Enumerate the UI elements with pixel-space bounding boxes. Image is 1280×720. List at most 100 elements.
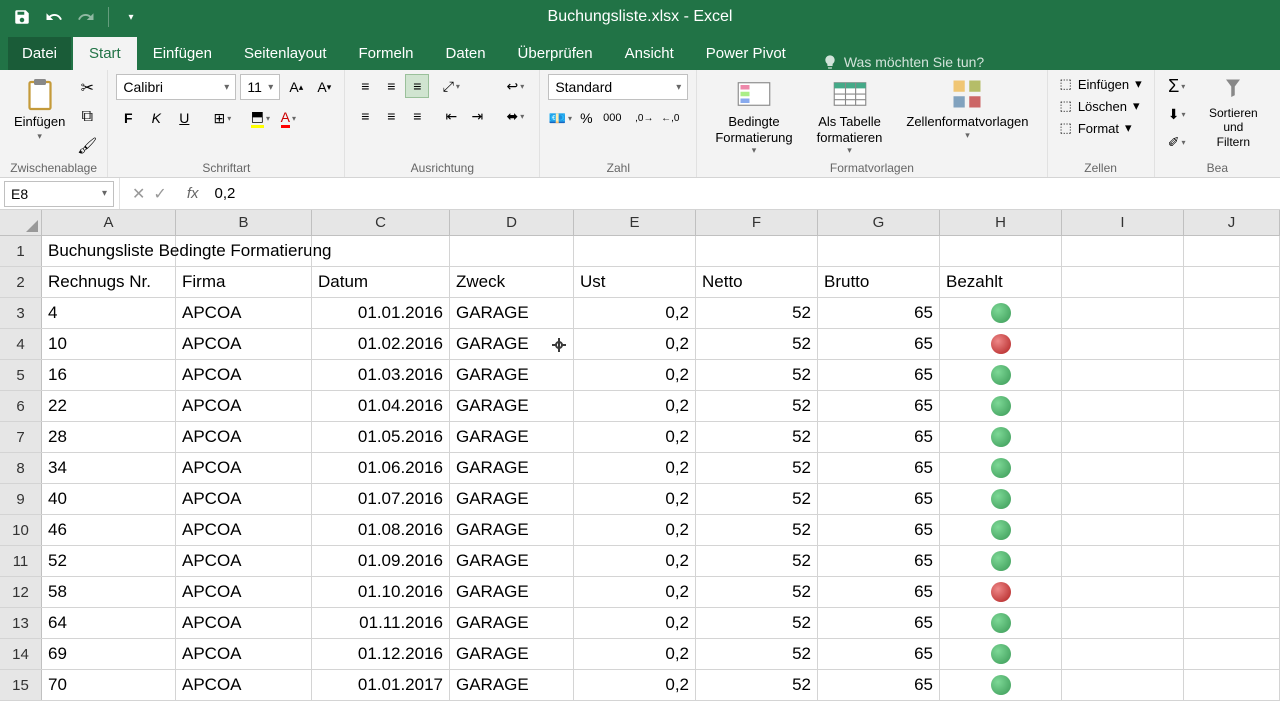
cell[interactable]: 0,2 (574, 484, 696, 514)
cell[interactable] (1184, 670, 1280, 700)
cell[interactable]: GARAGE (450, 546, 574, 576)
tab-page-layout[interactable]: Seitenlayout (228, 37, 343, 70)
row-header[interactable]: 11 (0, 546, 42, 576)
cell[interactable]: 65 (818, 391, 940, 421)
cell[interactable] (940, 422, 1062, 452)
cell[interactable]: 0,2 (574, 639, 696, 669)
cell[interactable]: 52 (696, 422, 818, 452)
cell[interactable]: 52 (696, 391, 818, 421)
increase-decimal-icon[interactable]: ,0→ (632, 106, 656, 130)
tab-start[interactable]: Start (73, 37, 137, 70)
autosum-icon[interactable]: Σ (1163, 74, 1191, 98)
cell[interactable]: APCOA (176, 422, 312, 452)
cell[interactable]: GARAGE (450, 515, 574, 545)
format-painter-icon[interactable]: 🖌 (75, 134, 99, 158)
tab-file[interactable]: Datei (8, 37, 71, 70)
cell[interactable]: 65 (818, 484, 940, 514)
cell[interactable]: Buchungsliste Bedingte Formatierung (42, 236, 176, 266)
cell[interactable]: 65 (818, 329, 940, 359)
cell[interactable] (1184, 608, 1280, 638)
align-middle-icon[interactable]: ≡ (379, 74, 403, 98)
cell[interactable]: 0,2 (574, 298, 696, 328)
cell[interactable]: 52 (696, 329, 818, 359)
cut-icon[interactable]: ✂ (75, 76, 99, 100)
cell[interactable]: 01.01.2016 (312, 298, 450, 328)
accounting-format-icon[interactable]: 💶 (548, 106, 572, 130)
cell[interactable]: 40 (42, 484, 176, 514)
qat-customize-icon[interactable]: ▾ (117, 3, 145, 31)
name-box[interactable]: E8▾ (4, 181, 114, 207)
increase-font-icon[interactable]: A▴ (284, 75, 308, 99)
align-bottom-icon[interactable]: ≡ (405, 74, 429, 98)
cell[interactable] (1062, 391, 1184, 421)
cell[interactable]: APCOA (176, 639, 312, 669)
cell[interactable]: GARAGE (450, 453, 574, 483)
cell[interactable]: 01.04.2016 (312, 391, 450, 421)
cell[interactable]: 01.06.2016 (312, 453, 450, 483)
cell[interactable] (1062, 236, 1184, 266)
cell[interactable] (1184, 267, 1280, 297)
cell[interactable]: APCOA (176, 329, 312, 359)
italic-button[interactable]: K (144, 106, 168, 130)
tab-insert[interactable]: Einfügen (137, 37, 228, 70)
cell[interactable]: APCOA (176, 577, 312, 607)
cell[interactable]: 52 (696, 484, 818, 514)
format-cells-button[interactable]: ⬚Format ▾ (1056, 118, 1146, 138)
cell[interactable]: GARAGE (450, 577, 574, 607)
cell[interactable]: 65 (818, 298, 940, 328)
row-header[interactable]: 5 (0, 360, 42, 390)
cell[interactable]: GARAGE (450, 484, 574, 514)
cell[interactable] (176, 236, 312, 266)
cell[interactable]: 70 (42, 670, 176, 700)
cell[interactable]: Brutto (818, 267, 940, 297)
tab-data[interactable]: Daten (430, 37, 502, 70)
cell[interactable] (1062, 577, 1184, 607)
cell[interactable] (574, 236, 696, 266)
align-right-icon[interactable]: ≡ (405, 104, 429, 128)
font-color-icon[interactable]: A (276, 106, 300, 130)
wrap-text-icon[interactable]: ↩ (499, 74, 531, 98)
cell[interactable]: 0,2 (574, 608, 696, 638)
fx-icon[interactable]: fx (187, 185, 199, 202)
cell[interactable] (1184, 515, 1280, 545)
cell[interactable] (940, 360, 1062, 390)
cell[interactable]: 64 (42, 608, 176, 638)
cell[interactable]: 01.11.2016 (312, 608, 450, 638)
cell[interactable] (1062, 484, 1184, 514)
cell[interactable]: 01.07.2016 (312, 484, 450, 514)
cell[interactable]: Ust (574, 267, 696, 297)
cell[interactable]: GARAGE (450, 298, 574, 328)
save-icon[interactable] (8, 3, 36, 31)
cell[interactable]: 65 (818, 360, 940, 390)
cell[interactable]: 0,2 (574, 329, 696, 359)
cell[interactable] (696, 236, 818, 266)
conditional-formatting-button[interactable]: Bedingte Formatierung ▾ (705, 74, 802, 159)
row-header[interactable]: 7 (0, 422, 42, 452)
row-header[interactable]: 3 (0, 298, 42, 328)
cell[interactable]: APCOA (176, 298, 312, 328)
cell[interactable]: APCOA (176, 453, 312, 483)
row-header[interactable]: 1 (0, 236, 42, 266)
cell[interactable]: Rechnugs Nr. (42, 267, 176, 297)
row-header[interactable]: 4 (0, 329, 42, 359)
cell[interactable]: 65 (818, 515, 940, 545)
cell[interactable]: APCOA (176, 670, 312, 700)
cell[interactable]: GARAGE (450, 608, 574, 638)
cell[interactable] (1184, 298, 1280, 328)
cell[interactable]: 0,2 (574, 453, 696, 483)
undo-icon[interactable] (40, 3, 68, 31)
select-all-corner[interactable] (0, 210, 42, 235)
col-header-G[interactable]: G (818, 210, 940, 235)
cell[interactable]: 0,2 (574, 577, 696, 607)
borders-icon[interactable]: ⊞ (210, 106, 234, 130)
cell[interactable] (1062, 608, 1184, 638)
cell[interactable] (940, 391, 1062, 421)
cell[interactable] (1184, 453, 1280, 483)
cell[interactable]: 52 (696, 546, 818, 576)
cell[interactable] (940, 577, 1062, 607)
cell[interactable]: GARAGE (450, 329, 574, 359)
insert-cells-button[interactable]: ⬚Einfügen ▾ (1056, 74, 1146, 94)
tab-view[interactable]: Ansicht (609, 37, 690, 70)
cell[interactable] (1062, 329, 1184, 359)
cell[interactable] (1184, 577, 1280, 607)
